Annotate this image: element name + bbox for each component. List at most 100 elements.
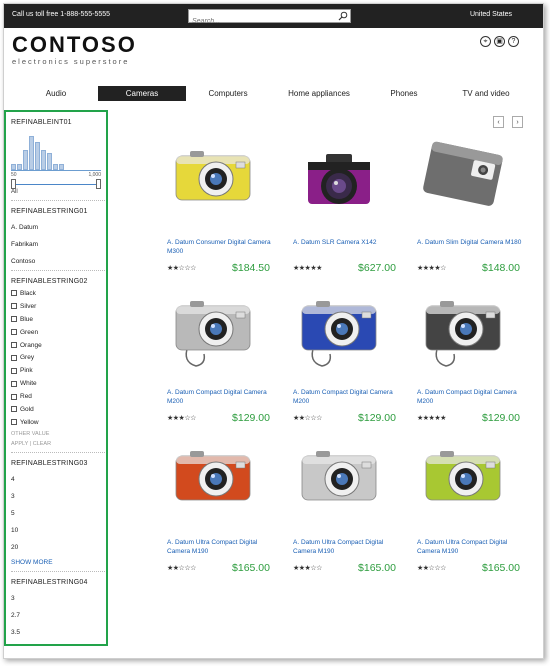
checkbox[interactable] — [11, 316, 17, 323]
refiner-item[interactable]: 3.5 — [11, 629, 101, 636]
refiner-item[interactable]: 4 — [11, 476, 101, 483]
checkbox-label: White — [20, 380, 37, 388]
color-option-green[interactable]: Green — [11, 326, 101, 339]
histogram-bar — [29, 136, 34, 170]
refiner-panel: REFINABLEINT01 50 1,000 All REFINABLESTR… — [4, 110, 108, 646]
product-price: $129.00 — [232, 412, 270, 424]
checkbox[interactable] — [11, 303, 17, 310]
star-rating: ★★☆☆☆ — [167, 565, 196, 572]
other-value-link[interactable]: OTHER VALUE — [11, 431, 101, 437]
product-image[interactable] — [412, 434, 514, 522]
checkbox[interactable] — [11, 406, 17, 413]
product-name-link[interactable]: A. Datum Compact Digital Camera M200 — [293, 388, 401, 406]
product-price: $165.00 — [358, 562, 396, 574]
color-option-silver[interactable]: Silver — [11, 300, 101, 313]
checkbox[interactable] — [11, 290, 17, 297]
star-rating: ★★☆☆☆ — [417, 565, 446, 572]
product-image[interactable] — [288, 434, 390, 522]
color-option-gold[interactable]: Gold — [11, 403, 101, 416]
product-name-link[interactable]: A. Datum Ultra Compact Digital Camera M1… — [167, 538, 275, 556]
logo[interactable]: CONTOSO electronics superstore — [12, 34, 137, 67]
search-box[interactable] — [188, 9, 351, 28]
color-option-pink[interactable]: Pink — [11, 364, 101, 377]
refiner-item[interactable]: 3 — [11, 493, 101, 500]
product-name-link[interactable]: A. Datum SLR Camera X142 — [293, 238, 401, 247]
refiner-item[interactable]: Contoso — [11, 258, 101, 265]
tab-cameras[interactable]: Cameras — [98, 86, 186, 101]
cart-icon[interactable]: ▣ — [494, 36, 505, 47]
color-option-yellow[interactable]: Yellow — [11, 416, 101, 429]
histogram-bar — [23, 150, 28, 170]
product-image[interactable] — [288, 284, 390, 372]
color-option-grey[interactable]: Grey — [11, 351, 101, 364]
checkbox[interactable] — [11, 393, 17, 400]
prev-page-button[interactable]: ‹ — [493, 116, 504, 128]
product-name-link[interactable]: A. Datum Slim Digital Camera M180 — [417, 238, 525, 247]
refiner-item[interactable]: 10 — [11, 527, 101, 534]
histogram-bar — [17, 164, 22, 170]
refiner-item[interactable]: 2.7 — [11, 612, 101, 619]
range-all-label[interactable]: All — [11, 189, 101, 195]
checkbox[interactable] — [11, 342, 17, 348]
product-image[interactable] — [412, 284, 514, 372]
slider-handle-min[interactable] — [11, 179, 16, 189]
product-image[interactable] — [162, 134, 264, 222]
product-name-link[interactable]: A. Datum Ultra Compact Digital Camera M1… — [417, 538, 525, 556]
product-image[interactable] — [412, 134, 514, 222]
search-input[interactable] — [189, 15, 329, 28]
product-name-link[interactable]: A. Datum Consumer Digital Camera M300 — [167, 238, 275, 256]
product-name-link[interactable]: A. Datum Compact Digital Camera M200 — [417, 388, 525, 406]
help-icon[interactable]: ? — [508, 36, 519, 47]
product-image[interactable] — [162, 284, 264, 372]
range-slider[interactable] — [11, 179, 101, 189]
checkbox[interactable] — [11, 419, 17, 426]
tab-tv-and-video[interactable]: TV and video — [450, 86, 522, 101]
apply-link[interactable]: APPLY — [11, 441, 28, 447]
product-card[interactable]: A. Datum Compact Digital Camera M200 ★★☆☆… — [288, 284, 396, 424]
product-image[interactable] — [162, 434, 264, 522]
product-card[interactable]: A. Datum Ultra Compact Digital Camera M1… — [412, 434, 520, 574]
checkbox[interactable] — [11, 367, 17, 374]
refiner-item[interactable]: 3 — [11, 595, 101, 602]
location-icon[interactable]: ⌖ — [480, 36, 491, 47]
color-option-white[interactable]: White — [11, 377, 101, 390]
checkbox-label: Red — [20, 393, 32, 401]
checkbox[interactable] — [11, 354, 17, 361]
show-more-link[interactable]: SHOW MORE — [11, 559, 101, 566]
color-option-black[interactable]: Black — [11, 287, 101, 300]
search-icon[interactable] — [338, 11, 348, 21]
product-card[interactable]: A. Datum Ultra Compact Digital Camera M1… — [288, 434, 396, 574]
product-card[interactable]: A. Datum Compact Digital Camera M200 ★★★☆… — [162, 284, 270, 424]
product-card[interactable]: A. Datum SLR Camera X142 ★★★★★ $627.00 — [288, 134, 396, 274]
checkbox[interactable] — [11, 380, 17, 387]
product-card[interactable]: A. Datum Slim Digital Camera M180 ★★★★☆ $1… — [412, 134, 521, 274]
range-max: 1,000 — [88, 172, 101, 178]
price-histogram — [11, 133, 101, 171]
tab-computers[interactable]: Computers — [190, 86, 266, 101]
color-option-orange[interactable]: Orange — [11, 339, 101, 352]
product-price: $148.00 — [482, 262, 520, 274]
refiner-item[interactable]: A. Datum — [11, 224, 101, 231]
refiner-item[interactable]: 20 — [11, 544, 101, 551]
clear-link[interactable]: CLEAR — [33, 441, 51, 447]
slider-handle-max[interactable] — [96, 179, 101, 189]
color-option-red[interactable]: Red — [11, 390, 101, 403]
product-card[interactable]: A. Datum Ultra Compact Digital Camera M1… — [162, 434, 270, 574]
product-name-link[interactable]: A. Datum Ultra Compact Digital Camera M1… — [293, 538, 401, 556]
refiner-item[interactable]: 5 — [11, 510, 101, 517]
tab-phones[interactable]: Phones — [380, 86, 428, 101]
star-rating: ★★☆☆☆ — [293, 415, 322, 422]
product-card[interactable]: A. Datum Consumer Digital Camera M300 ★★☆… — [162, 134, 271, 274]
divider — [11, 451, 106, 453]
checkbox-label: Gold — [20, 405, 34, 413]
next-page-button[interactable]: › — [512, 116, 523, 128]
product-card[interactable]: A. Datum Compact Digital Camera M200 ★★★★… — [412, 284, 520, 424]
tab-audio[interactable]: Audio — [14, 86, 98, 101]
country-selector[interactable]: United States — [470, 11, 512, 18]
checkbox[interactable] — [11, 329, 17, 336]
product-image[interactable] — [288, 134, 390, 222]
product-name-link[interactable]: A. Datum Compact Digital Camera M200 — [167, 388, 275, 406]
refiner-item[interactable]: Fabrikam — [11, 241, 101, 248]
color-option-blue[interactable]: Blue — [11, 313, 101, 326]
tab-home-appliances[interactable]: Home appliances — [274, 86, 364, 101]
